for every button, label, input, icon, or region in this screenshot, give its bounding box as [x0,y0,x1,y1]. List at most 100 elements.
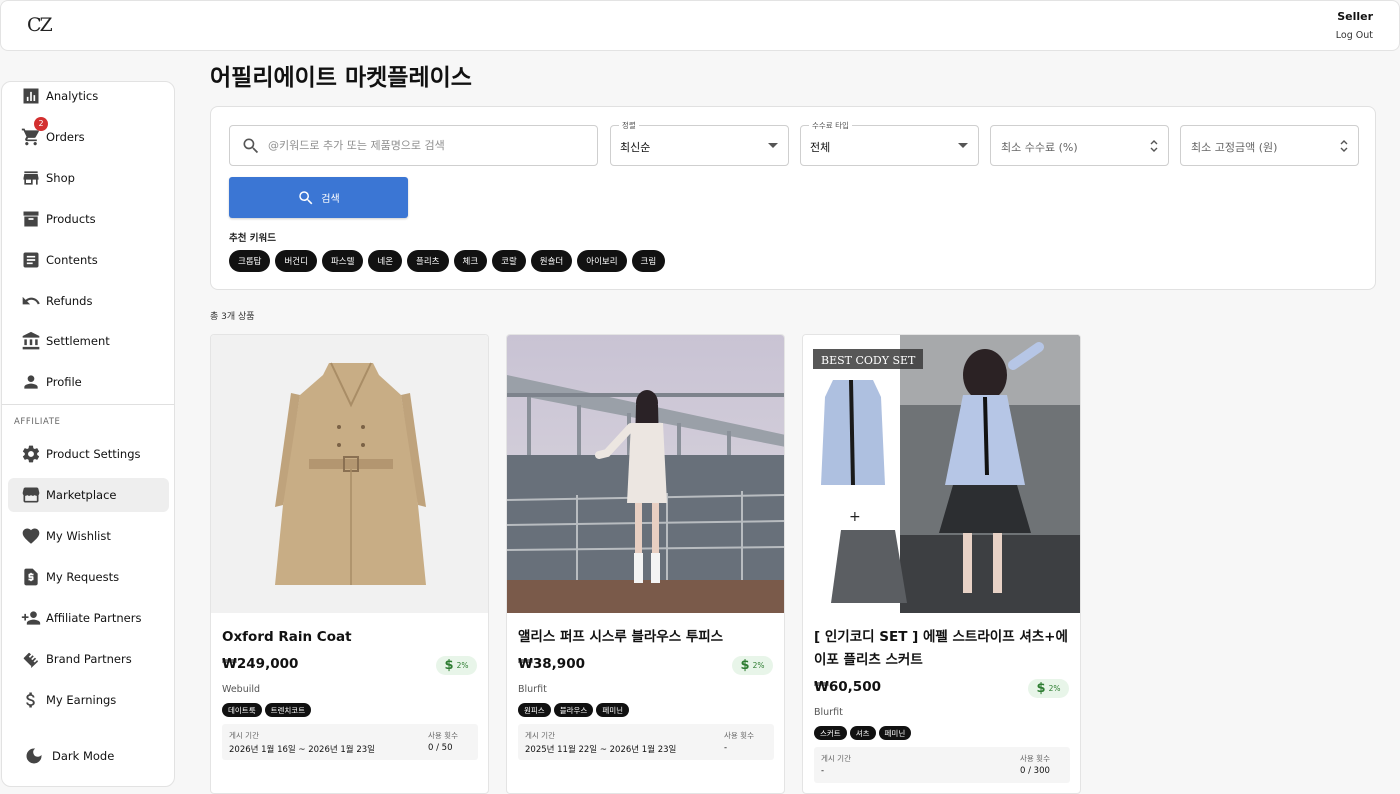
sidebar-item-label: My Requests [46,570,120,584]
commission-type-value: 전체 [810,141,831,154]
search-icon [299,190,313,204]
sidebar-item-label: Orders [46,130,85,144]
product-tag: 트렌치코트 [264,703,312,717]
product-card[interactable]: 앨리스 퍼프 시스루 블라우스 투피스 ₩38,900 $ 2% Blurfit… [506,334,785,794]
sidebar-item-analytics[interactable]: Analytics [8,82,169,113]
product-name[interactable]: 앨리스 퍼프 시스루 블라우스 투피스 [518,626,778,649]
product-image[interactable]: BEST CODY SET + [803,335,1080,613]
period-label: 게시 기간 [229,731,259,740]
sort-select[interactable]: 정렬 최신순 [610,120,789,166]
search-button[interactable]: 검색 [229,177,408,218]
product-brand: Blurfit [814,707,843,718]
keyword-chip[interactable]: 아이보리 [577,250,627,272]
sidebar-item-profile[interactable]: Profile [8,365,169,399]
keyword-chips: 크롭탑 버건디 파스텔 네온 플리츠 체크 코랄 원숄더 아이보리 크림 [229,250,666,272]
sidebar-item-label: Profile [46,375,82,389]
person-add-icon [20,607,42,629]
svg-text:+: + [849,509,861,525]
period-label: 게시 기간 [821,754,851,763]
usage-value: 0 / 50 [428,743,453,753]
min-fixed-amount-input[interactable]: 최소 고정금액 (원) [1180,125,1359,166]
sidebar-item-affiliate-partners[interactable]: Affiliate Partners [8,601,169,635]
undo-icon [20,290,42,312]
period-box: 게시 기간 2026년 1월 16일 ~ 2026년 1월 23일 사용 횟수 … [222,724,478,760]
person-icon [20,371,42,393]
keyword-chip[interactable]: 크롭탑 [229,250,271,272]
keyword-chip[interactable]: 네온 [368,250,403,272]
sidebar-item-label: Analytics [46,89,99,103]
min-commission-placeholder: 최소 수수료 (%) [1001,141,1078,154]
filter-panel: 정렬 최신순 수수료 타입 전체 최소 수수료 (%) 최소 고정금액 (원) … [210,106,1376,290]
product-tag: 데이트룩 [222,703,262,717]
product-card[interactable]: Oxford Rain Coat ₩249,000 $ 2% Webuild 데… [210,334,489,794]
keyword-chip[interactable]: 버건디 [275,250,317,272]
sidebar-item-brand-partners[interactable]: Brand Partners [8,642,169,676]
sidebar-item-product-settings[interactable]: Product Settings [8,437,169,471]
sidebar-item-orders[interactable]: Orders [8,120,169,154]
sidebar-item-settlement[interactable]: Settlement [8,324,169,358]
sidebar-item-shop[interactable]: Shop [8,161,169,195]
sidebar-item-my-earnings[interactable]: My Earnings [8,683,169,717]
keyword-chip[interactable]: 코랄 [492,250,526,272]
product-tags: 데이트룩 트렌치코트 [222,703,312,717]
sidebar-item-label: Refunds [46,294,93,308]
sidebar-item-marketplace[interactable]: Marketplace [8,478,169,512]
search-field[interactable] [229,125,598,166]
keyword-chip[interactable]: 파스텔 [321,250,364,272]
keyword-chip[interactable]: 체크 [453,250,488,272]
sidebar-item-label: Settlement [46,334,110,348]
analytics-icon [20,85,42,107]
dollar-icon: $ [1036,681,1046,696]
chevron-down-icon [958,143,968,148]
min-commission-input[interactable]: 최소 수수료 (%) [990,125,1169,166]
usage-label: 사용 횟수 [428,731,458,740]
product-image[interactable] [507,335,784,613]
handshake-icon [20,648,42,670]
sidebar-item-label: My Earnings [46,693,117,707]
sort-label: 정렬 [619,120,639,131]
dark-mode-label: Dark Mode [52,749,115,763]
keyword-chip[interactable]: 크림 [631,250,666,272]
product-name[interactable]: Oxford Rain Coat [222,626,482,649]
dollar-icon: $ [740,658,750,673]
product-brand: Blurfit [518,684,547,695]
period-value: 2026년 1월 16일 ~ 2026년 1월 23일 [229,745,375,755]
product-name[interactable]: [ 인기코디 SET ] 에펠 스트라이프 셔츠+에이포 플리츠 스커트 [814,626,1074,672]
dollar-icon [20,689,42,711]
heart-icon [20,525,42,547]
sidebar-item-label: Products [46,212,96,226]
sidebar-item-refunds[interactable]: Refunds [8,284,169,318]
storefront-icon [20,484,42,506]
search-icon [243,138,259,154]
gear-icon [20,443,42,465]
commission-type-select[interactable]: 수수료 타입 전체 [800,120,979,166]
stepper-icon[interactable] [1149,138,1159,154]
commission-type-label: 수수료 타입 [809,120,852,131]
min-fixed-placeholder: 최소 고정금액 (원) [1191,141,1278,154]
sidebar-item-contents[interactable]: Contents [8,243,169,277]
bank-icon [20,330,42,352]
product-price: ₩38,900 [518,656,585,672]
logout-link[interactable]: Log Out [1336,30,1373,41]
sidebar-item-my-requests[interactable]: My Requests [8,560,169,594]
keyword-chip[interactable]: 원숄더 [530,250,573,272]
sidebar-item-label: My Wishlist [46,529,111,543]
store-icon [20,167,42,189]
period-value: - [821,766,825,776]
keyword-chip[interactable]: 플리츠 [407,250,449,272]
sidebar-item-label: Shop [46,171,75,185]
stepper-icon[interactable] [1339,138,1349,154]
usage-label: 사용 횟수 [724,731,754,740]
sidebar-item-my-wishlist[interactable]: My Wishlist [8,519,169,553]
app-logo[interactable]: CZ [27,14,53,36]
product-image[interactable] [211,335,488,613]
sidebar-item-label: Affiliate Partners [46,611,142,625]
sidebar-item-products[interactable]: Products [8,202,169,236]
period-box: 게시 기간 2025년 11월 22일 ~ 2026년 1월 23일 사용 횟수… [518,724,774,760]
search-input[interactable] [268,126,588,165]
dark-mode-toggle[interactable]: Dark Mode [24,746,114,766]
sidebar: Analytics Orders Shop Products Contents … [1,81,175,787]
product-tag: 스커트 [814,726,847,740]
product-card[interactable]: BEST CODY SET + [ 인기코디 SET ] 에펠 스트라이프 셔츠… [802,334,1081,794]
product-tags: 스커트 셔츠 페미닌 [814,726,912,740]
